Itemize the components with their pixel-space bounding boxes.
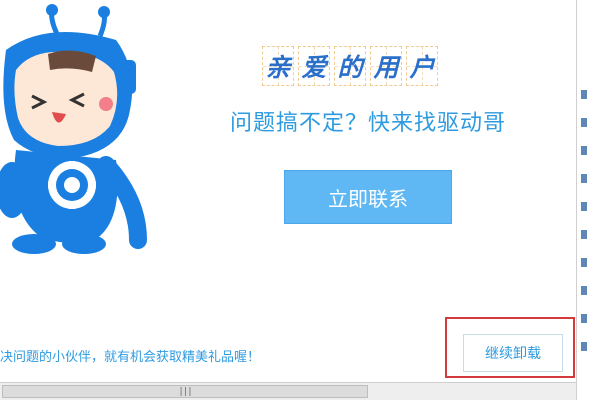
greeting-char: 亲: [262, 46, 294, 86]
text-fragment: [581, 202, 587, 211]
text-fragment: [581, 118, 587, 127]
help-subtitle: 问题搞不定？快来找驱动哥: [229, 111, 506, 136]
text-fragment: [581, 230, 587, 239]
text-fragment: [581, 342, 587, 351]
text-fragment: [581, 90, 587, 99]
greeting-heading: 亲 爱 的 用 户: [262, 46, 442, 86]
promo-text: 决问题的小伙伴，就有机会获取精美礼品喔！: [0, 350, 261, 365]
contact-now-button[interactable]: 立即联系: [284, 170, 452, 224]
text-fragment: [581, 286, 587, 295]
greeting-char: 的: [334, 46, 366, 86]
background-window-edge: [576, 0, 600, 400]
greeting-char: 用: [370, 46, 402, 86]
text-fragment: [581, 258, 587, 267]
scrollbar-grip: |||: [178, 386, 192, 397]
horizontal-scrollbar[interactable]: |||: [0, 382, 576, 400]
text-fragment: [581, 174, 587, 183]
scrollbar-thumb[interactable]: |||: [2, 385, 368, 398]
uninstall-dialog: 亲 爱 的 用 户 问题搞不定？快来找驱动哥 立即联系 决问题的小伙伴，就有机会…: [0, 0, 576, 380]
text-fragment: [581, 314, 587, 323]
text-fragment: [581, 146, 587, 155]
greeting-char: 爱: [298, 46, 330, 86]
greeting-char: 户: [406, 46, 438, 86]
continue-uninstall-button[interactable]: 继续卸载: [463, 334, 563, 372]
robot-mascot-image: [0, 4, 147, 254]
